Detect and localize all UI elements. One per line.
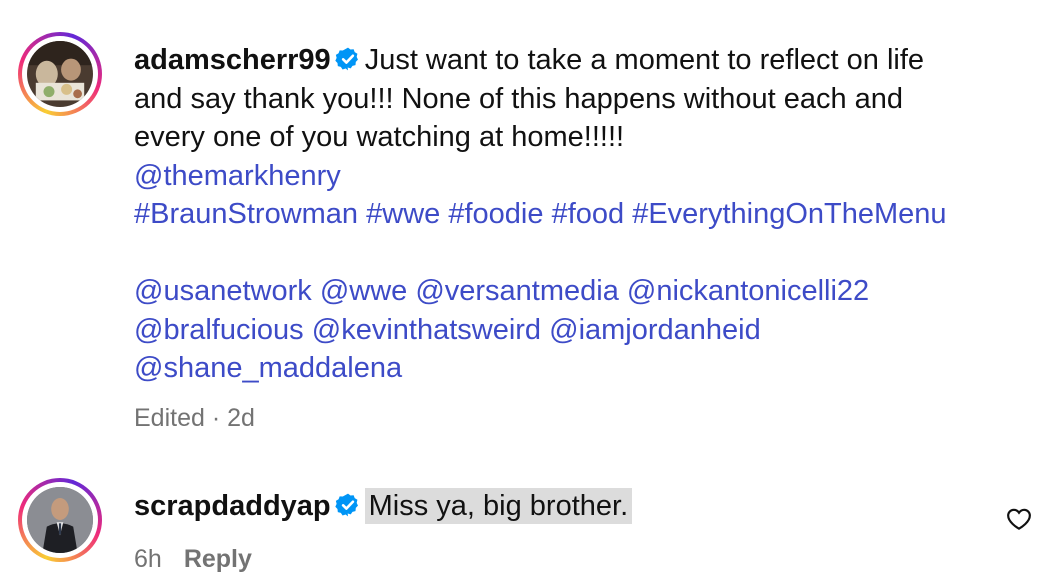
mention-link[interactable]: @wwe xyxy=(320,275,407,307)
comment-text-line2: and say thank you!!! None of this happen… xyxy=(134,82,904,115)
mention-link[interactable]: @bralfucious xyxy=(134,314,304,346)
hashtag-link[interactable]: #BraunStrowman xyxy=(134,198,358,230)
avatar-photo xyxy=(27,487,93,553)
hashtag-link[interactable]: #EverythingOnTheMenu xyxy=(632,198,946,230)
mention-link[interactable]: @kevinthatsweird xyxy=(312,314,541,346)
verified-badge-icon xyxy=(335,47,358,71)
mention-link[interactable]: @usanetwork xyxy=(134,275,312,307)
avatar-adamscherr99[interactable] xyxy=(18,32,102,116)
comment-line: adamscherr99 Just want to take a moment t… xyxy=(134,41,1014,80)
reply-button[interactable]: Reply xyxy=(184,545,252,573)
heart-icon[interactable] xyxy=(1006,506,1032,532)
timestamp: 6h xyxy=(134,545,162,573)
hashtag-link[interactable]: #foodie xyxy=(448,198,543,230)
comment-body-2: scrapdaddyap Miss ya, big brother. xyxy=(134,487,633,526)
username[interactable]: adamscherr99 xyxy=(134,44,331,76)
comment-text-line3: every one of you watching at home!!!!! xyxy=(134,121,625,153)
comment-text-line1: Just want to take a moment to reflect on… xyxy=(364,44,925,76)
mention-link[interactable]: @nickantonicelli22 xyxy=(627,275,869,307)
username[interactable]: scrapdaddyap xyxy=(134,490,331,522)
comment-meta-row: 6h Reply xyxy=(134,545,252,574)
comment-text: Miss ya, big brother. xyxy=(364,488,633,524)
avatar-photo xyxy=(27,41,93,107)
hashtag-link[interactable]: #food xyxy=(552,198,625,230)
avatar-scrapdaddyap[interactable] xyxy=(18,478,102,562)
mention-link[interactable]: @versantmedia xyxy=(415,275,619,307)
mention-link[interactable]: @shane_maddalena xyxy=(134,352,402,384)
verified-badge-icon xyxy=(334,493,358,517)
comment-meta: Edited · 2d xyxy=(134,404,255,432)
mention-link[interactable]: @iamjordanheid xyxy=(549,314,761,346)
comment-body-1: adamscherr99 Just want to take a moment t… xyxy=(134,41,1014,388)
hashtag-link[interactable]: #wwe xyxy=(366,198,440,230)
mention-link[interactable]: @themarkhenry xyxy=(134,160,341,192)
